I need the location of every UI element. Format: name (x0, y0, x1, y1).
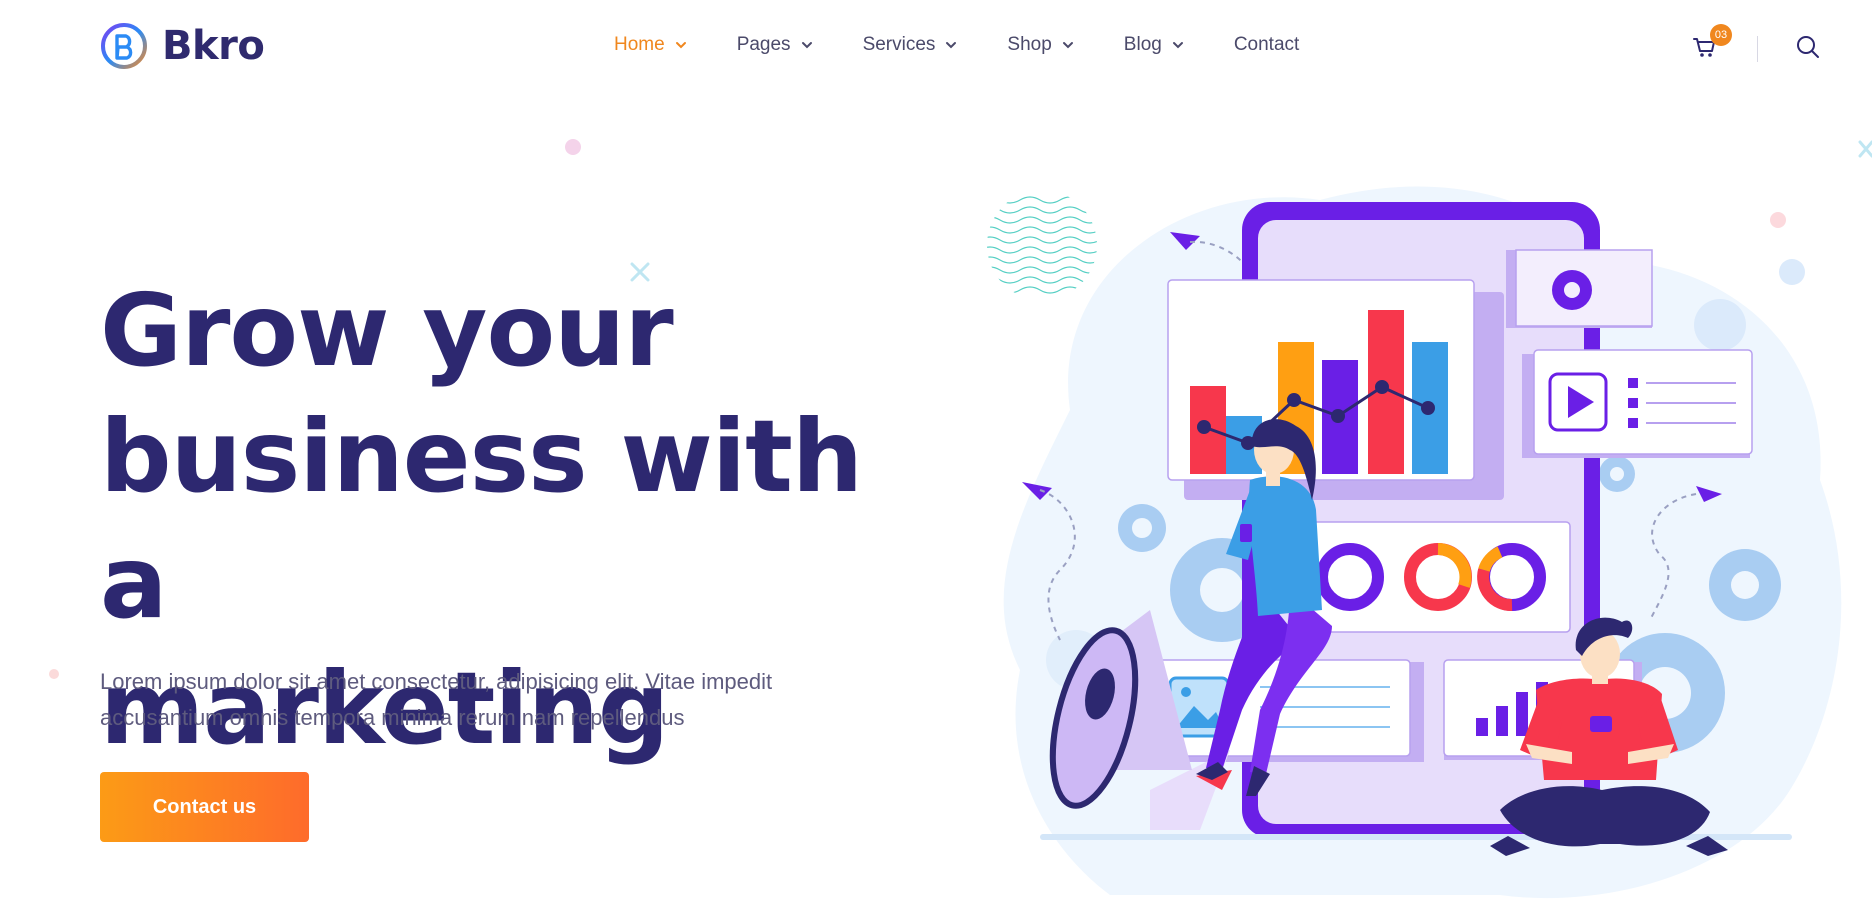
brand-name: Bkro (162, 23, 265, 69)
background-blob (1770, 212, 1786, 228)
brand-logo[interactable]: Bkro (100, 22, 265, 70)
nav-item-services[interactable]: Services (863, 34, 958, 56)
video-card (1522, 349, 1753, 458)
nav-label: Pages (736, 34, 791, 55)
main-nav: Home Pages Services Shop Blog Contact (614, 34, 1299, 56)
site-header: Bkro Home Pages Services Shop Blog Conta… (0, 0, 1872, 96)
wave-circle-decoration (987, 196, 1097, 294)
nav-label: Blog (1123, 34, 1162, 55)
nav-label: Home (614, 34, 665, 55)
background-blob (1779, 259, 1805, 285)
nav-label: Shop (1007, 34, 1052, 55)
hero-title-line: Grow your (100, 272, 674, 389)
pink-dot-decoration (565, 139, 581, 155)
search-icon[interactable] (1795, 34, 1821, 60)
nav-item-home[interactable]: Home (614, 34, 687, 56)
header-divider (1757, 36, 1758, 62)
hero-description: Lorem ipsum dolor sit amet consectetur, … (100, 664, 840, 736)
contact-us-button[interactable]: Contact us (100, 772, 309, 842)
nav-item-blog[interactable]: Blog (1124, 34, 1184, 56)
background-blob (1694, 299, 1746, 351)
settings-card (1506, 249, 1653, 328)
chevron-down-icon (1062, 42, 1073, 49)
marketing-illustration (987, 186, 1842, 899)
b-logo-icon (101, 23, 147, 69)
nav-label: Contact (1233, 34, 1300, 55)
pink-dot-decoration (49, 669, 59, 679)
hero-title-line: business with a (100, 398, 863, 641)
nav-label: Services (862, 34, 936, 55)
hero-description-line: Lorem ipsum dolor sit amet consectetur, … (100, 669, 773, 694)
chevron-down-icon (946, 42, 957, 49)
chevron-down-icon (801, 42, 812, 49)
contact-us-label: Contact us (152, 795, 257, 818)
nav-item-shop[interactable]: Shop (1007, 34, 1073, 56)
nav-item-pages[interactable]: Pages (737, 34, 813, 56)
nav-item-contact[interactable]: Contact (1234, 34, 1299, 56)
chevron-down-icon (1172, 42, 1183, 49)
hero-description-line: accusantium omnis tempora minima rerum n… (100, 705, 685, 730)
gear-icon (1552, 270, 1592, 310)
chevron-down-icon (675, 42, 686, 49)
cart-count-badge: 03 (1710, 24, 1732, 46)
donut-chart-card (1291, 521, 1571, 633)
bar-chart-card (1167, 279, 1504, 500)
